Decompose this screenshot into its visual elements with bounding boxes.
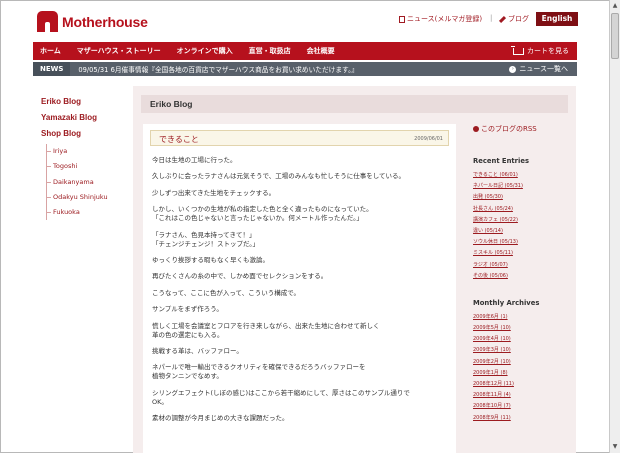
yamazaki-blog-link[interactable]: Yamazaki Blog	[41, 113, 131, 122]
entry-date: 2009/06/01	[414, 136, 443, 142]
cart-label: カートを見る	[527, 47, 569, 55]
main-nav: ホーム マザーハウス・ストーリー オンラインで購入 直営・取扱店 会社概要 カー…	[33, 42, 577, 60]
entry-paragraph: しかし、いくつかの生地が私の指定した色と全く違ったものになっていた。 「これはこ…	[152, 205, 373, 223]
archive-link[interactable]: 2008年10月 (7)	[473, 401, 573, 412]
nav-home[interactable]: ホーム	[33, 46, 69, 56]
rss-label: このブログのRSS	[481, 125, 537, 133]
logo[interactable]: Motherhouse	[37, 11, 148, 32]
entry-paragraph: ゆっくり挨拶する暇もなく早くも激論。	[152, 255, 269, 264]
archive-link[interactable]: 2009年4月 (10)	[473, 334, 573, 345]
archive-link[interactable]: 2008年11月 (4)	[473, 390, 573, 401]
arrow-circle-icon: ›	[509, 65, 517, 73]
scroll-down-arrow-icon[interactable]: ▼	[611, 442, 619, 452]
header-separator: |	[490, 14, 493, 22]
news-signup-label: ニュース(メルマガ登録)	[407, 15, 483, 23]
archive-link[interactable]: 2009年2月 (10)	[473, 357, 573, 368]
shop-blog-iriya[interactable]: Iriya	[47, 144, 131, 159]
entry-title[interactable]: できること	[159, 134, 199, 145]
logo-text: Motherhouse	[62, 13, 148, 30]
entry-paragraph: 再びたくさんの糸の中で、しかめ面でセレクションをする。	[152, 272, 328, 281]
news-list-link[interactable]: › ニュース一覧へ	[509, 64, 568, 74]
entry-paragraph: シリングエフェクト(しぼの感じ)はここから若干縮めにして、厚さはこのサンプル通り…	[152, 388, 410, 406]
news-bar: NEWS 09/05/31 6月催事情報『全国各地の百貨店でマザーハウス商品をお…	[33, 62, 577, 76]
site-header: Motherhouse ニュース(メルマガ登録) | ブログ English	[0, 0, 609, 42]
recent-entry-link[interactable]: ミスキル (05/11)	[473, 248, 573, 259]
shop-blog-odakyu-shinjuku[interactable]: Odakyu Shinjuku	[47, 190, 131, 205]
shop-blog-daikanyama[interactable]: Daikanyama	[47, 175, 131, 190]
archive-link[interactable]: 2009年1月 (8)	[473, 368, 573, 379]
scroll-thumb[interactable]	[611, 13, 619, 59]
entry-paragraph: 少しずつ出来てきた生地をチェックする。	[152, 188, 276, 197]
news-signup-link[interactable]: ニュース(メルマガ登録)	[399, 14, 482, 24]
entry-paragraph: 今日は生地の工場に行った。	[152, 156, 237, 164]
entry-paragraph: 久しぶりに会ったラナさんは元気そうで、工場のみんなも忙しそうに仕事をしている。	[152, 172, 406, 181]
monthly-archives-heading: Monthly Archives	[473, 298, 540, 307]
blog-link[interactable]: ブログ	[498, 14, 529, 24]
eriko-blog-link[interactable]: Eriko Blog	[41, 97, 131, 106]
entry-paragraph: 「ラナさん、色見本持ってきて！」 「チェンジチェンジ！ストップだ。」	[152, 230, 260, 248]
archive-link[interactable]: 2008年12月 (11)	[473, 379, 573, 390]
left-sidebar: Eriko Blog Yamazaki Blog Shop Blog Iriya…	[41, 97, 131, 221]
recent-entry-link[interactable]: 社長さん (05/24)	[473, 204, 573, 215]
archive-link[interactable]: 2009年5月 (10)	[473, 323, 573, 334]
recent-entry-link[interactable]: ラジオ (05/07)	[473, 260, 573, 271]
pencil-icon	[498, 15, 507, 23]
archive-link[interactable]: 2008年9月 (11)	[473, 413, 573, 424]
nav-shops[interactable]: 直営・取扱店	[241, 46, 299, 56]
entry-paragraph: 慌しく工場を会議室とフロアを行き来しながら、出来た生地に合わせて新しく 革の色の…	[152, 321, 380, 339]
entry-paragraph: 素材の調整が今月まじめの大きな課題だった。	[152, 414, 289, 423]
entry-paragraph: ネパールで唯一輸出できるクオリティを確保できるだろうバッファローを 植物タンニン…	[152, 363, 366, 381]
recent-entry-link[interactable]: ソウル休日 (05/13)	[473, 237, 573, 248]
entry-paragraph: 挑戦する革は、バッファロー。	[152, 346, 243, 355]
recent-entry-link[interactable]: 講演カフェ (05/22)	[473, 215, 573, 226]
archive-link[interactable]: 2009年3月 (10)	[473, 345, 573, 356]
nav-company[interactable]: 会社概要	[299, 46, 343, 56]
cart-link[interactable]: カートを見る	[511, 45, 569, 56]
recent-entry-link[interactable]: その後 (05/06)	[473, 271, 573, 282]
scroll-up-arrow-icon[interactable]: ▲	[611, 1, 619, 11]
shop-blog-togoshi[interactable]: Togoshi	[47, 159, 131, 174]
nav-story[interactable]: マザーハウス・ストーリー	[69, 46, 169, 56]
entry-paragraph: こうなって、ここに色が入って、こういう構成で。	[152, 288, 300, 297]
english-button[interactable]: English	[536, 12, 578, 26]
blog-entry: できること 2009/06/01 今日は生地の工場に行った。 久しぶりに会ったラ…	[143, 124, 456, 453]
recent-entry-link[interactable]: できること (06/01)	[473, 170, 573, 181]
cart-icon	[511, 45, 524, 55]
news-list-label: ニュース一覧へ	[519, 65, 568, 73]
document-icon	[399, 15, 405, 23]
shop-blog-fukuoka[interactable]: Fukuoka	[47, 205, 131, 220]
rss-link[interactable]: このブログのRSS	[473, 124, 573, 134]
shop-blog-link[interactable]: Shop Blog	[41, 129, 131, 138]
news-label: NEWS	[33, 62, 71, 76]
shop-blog-list: Iriya Togoshi Daikanyama Odakyu Shinjuku…	[46, 144, 131, 221]
page-title: Eriko Blog	[141, 95, 568, 113]
house-logo-icon	[37, 11, 58, 32]
blog-link-label: ブログ	[508, 15, 529, 23]
news-headline[interactable]: 09/05/31 6月催事情報『全国各地の百貨店でマザーハウス商品をお買い求めい…	[70, 64, 358, 74]
recent-entries-heading: Recent Entries	[473, 157, 530, 165]
rss-icon	[473, 126, 479, 132]
right-sidebar: このブログのRSS Recent Entries できること (06/01) ネ…	[473, 124, 573, 424]
recent-entry-link[interactable]: 違い (05/14)	[473, 226, 573, 237]
entry-paragraph: サンプルをまず作ろう。	[152, 305, 223, 314]
blog-panel: Eriko Blog できること 2009/06/01 今日は生地の工場に行った…	[133, 86, 576, 453]
entry-body: 今日は生地の工場に行った。 久しぶりに会ったラナさんは元気そうで、工場のみんなも…	[152, 156, 450, 430]
entry-header: できること 2009/06/01	[150, 130, 449, 146]
archive-link[interactable]: 2009年6月 (1)	[473, 312, 573, 323]
nav-online-store[interactable]: オンラインで購入	[169, 46, 241, 56]
recent-entry-link[interactable]: ネパール日記 (05/31)	[473, 181, 573, 192]
recent-entry-link[interactable]: 出発 (05/30)	[473, 192, 573, 203]
vertical-scrollbar[interactable]: ▲ ▼	[609, 0, 620, 453]
